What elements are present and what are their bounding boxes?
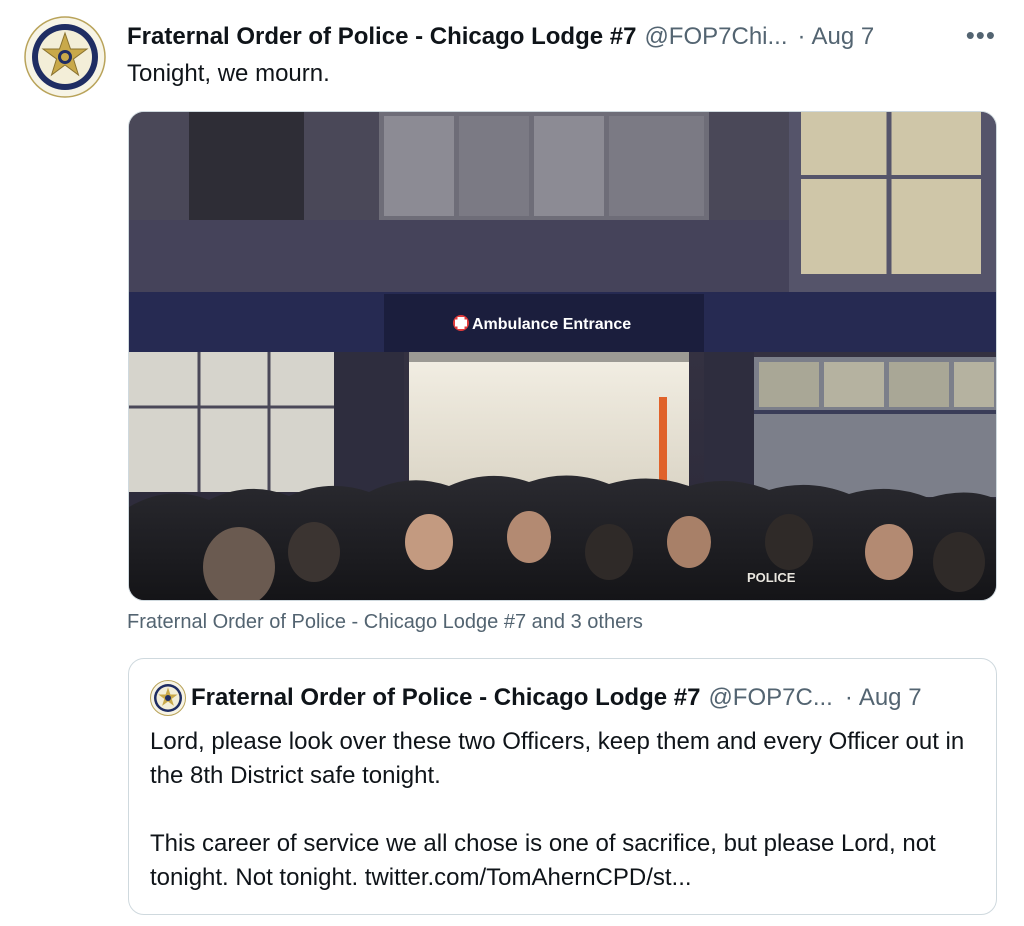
tweet-text: Tonight, we mourn. [127,60,330,87]
quoted-avatar [150,680,186,716]
tweet-date[interactable]: Aug 7 [812,23,875,51]
more-horizontal-icon[interactable]: ••• [966,20,996,50]
quoted-text: Lord, please look over these two Officer… [150,725,976,895]
separator-dot: · [797,23,806,50]
author-name[interactable]: Fraternal Order of Police - Chicago Lodg… [127,23,636,51]
tweet-header: Fraternal Order of Police - Chicago Lodg… [127,20,994,54]
tweet-photo[interactable]: Ambulance Entrance POLICE [128,111,997,601]
uniform-text: POLICE [747,570,796,585]
fop-badge-icon [150,680,186,716]
separator-dot: · [844,684,853,711]
avatar[interactable] [24,16,106,98]
sign-text: Ambulance Entrance [472,316,631,333]
quoted-paragraph-1: Lord, please look over these two Officer… [150,728,965,789]
quoted-author-handle: @FOP7C... [708,684,833,711]
quoted-paragraph-2: This career of service we all chose is o… [150,830,936,891]
author-handle[interactable]: @FOP7Chi... [644,23,787,51]
photo-illustration: Ambulance Entrance POLICE [129,112,996,600]
fop-badge-icon [24,16,106,98]
quoted-date: Aug 7 [858,684,922,711]
quoted-tweet[interactable]: Fraternal Order of Police - Chicago Lodg… [128,658,997,915]
media-tagged-caption[interactable]: Fraternal Order of Police - Chicago Lodg… [127,611,643,634]
quoted-author-name: Fraternal Order of Police - Chicago Lodg… [191,684,701,711]
quoted-header: Fraternal Order of Police - Chicago Lodg… [191,681,976,715]
